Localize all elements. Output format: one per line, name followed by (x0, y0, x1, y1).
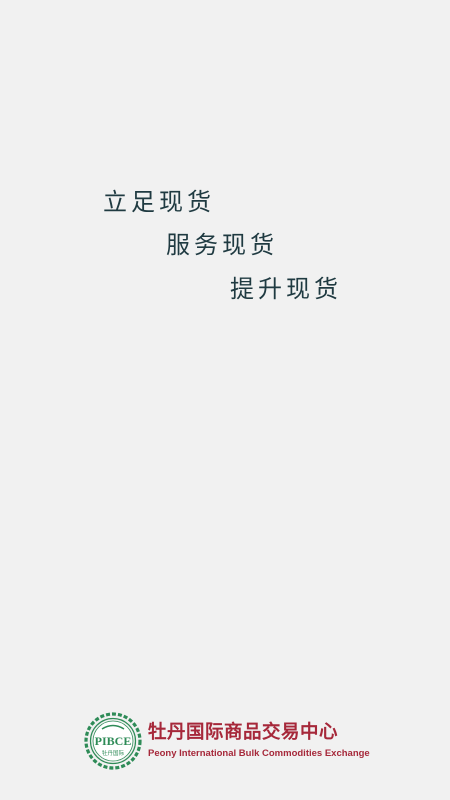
brand-name-en: Peony International Bulk Commodities Exc… (148, 748, 370, 759)
brand-name-cn: 牡丹国际商品交易中心 (148, 722, 339, 743)
logo-subtext: 牡丹国际 (102, 749, 125, 757)
logo-text: PIBCE (95, 734, 132, 748)
pibce-logo-icon: PIBCE 牡丹国际 (84, 712, 142, 770)
slogan-line-2: 服务现货 (166, 231, 278, 259)
brand-block: PIBCE 牡丹国际 牡丹国际商品交易中心 Peony Internationa… (84, 712, 374, 772)
slogan-line-1: 立足现货 (103, 188, 215, 216)
slogan-line-3: 提升现货 (230, 275, 342, 303)
